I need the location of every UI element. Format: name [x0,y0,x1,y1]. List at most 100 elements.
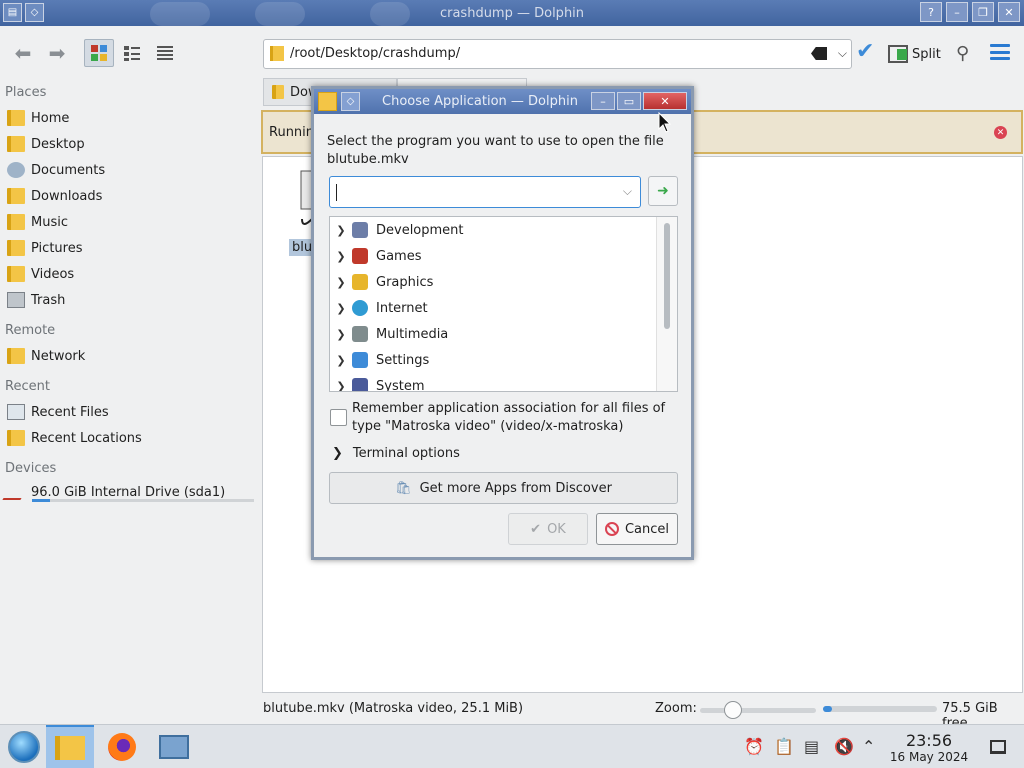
browse-button[interactable]: ➜ [648,176,678,206]
system-settings-icon [159,735,189,759]
sidebar-item-network[interactable]: Network [7,345,85,367]
scrollbar-thumb[interactable] [664,223,670,329]
category-label: System [376,378,425,392]
ok-label: OK [547,521,566,537]
help-button[interactable]: ? [920,2,942,22]
videos-icon [7,266,25,282]
recent-header: Recent [5,379,50,394]
category-games[interactable]: ❯ Games [330,243,656,269]
icons-view-button[interactable] [84,39,114,67]
category-system[interactable]: ❯ System [330,373,656,392]
application-input[interactable]: ⌵ [329,176,641,208]
compact-view-button[interactable] [117,39,147,67]
start-menu-icon [8,731,40,763]
minimize-button[interactable]: – [946,2,968,22]
sidebar-item-documents[interactable]: Documents [7,159,105,181]
get-more-apps-button[interactable]: 🛍 Get more Apps from Discover [329,472,678,504]
category-graphics[interactable]: ❯ Graphics [330,269,656,295]
category-internet[interactable]: ❯ Internet [330,295,656,321]
chevron-right-icon[interactable]: ❯ [330,224,352,237]
category-development[interactable]: ❯ Development [330,217,656,243]
dialog-maximize-button[interactable]: ▭ [617,92,641,110]
development-icon [352,222,368,238]
clear-text-icon[interactable] [811,47,827,60]
category-label: Settings [376,352,430,368]
dialog-titlebar[interactable]: ◇ Choose Application — Dolphin – ▭ ✕ [314,89,691,114]
category-multimedia[interactable]: ❯ Multimedia [330,321,656,347]
disk-icon[interactable]: ▤ [804,737,819,756]
chevron-right-icon[interactable]: ❯ [330,328,352,341]
sidebar-item-pictures[interactable]: Pictures [7,237,82,259]
sidebar-item-music[interactable]: Music [7,211,68,233]
ok-button[interactable]: ✔ OK [508,513,588,545]
sidebar-item-label: Home [31,110,70,126]
dialog-minimize-button[interactable]: – [591,92,615,110]
browse-arrow-icon: ➜ [657,183,669,199]
application-category-tree[interactable]: ❯ Development ❯ Games ❯ Graphics ❯ Internet … [329,216,678,392]
sidebar-item-recent-locations[interactable]: Recent Locations [7,427,142,449]
taskbar-firefox[interactable] [98,725,146,768]
sidebar-item-videos[interactable]: Videos [7,263,74,285]
discover-icon: 🛍 [395,480,412,496]
cancel-button[interactable]: Cancel [596,513,678,545]
chevron-right-icon[interactable]: ❯ [330,354,352,367]
mouse-cursor-icon [658,112,672,133]
close-message-icon[interactable]: ✕ [994,126,1007,139]
sidebar-item-label: Desktop [31,136,85,152]
notifications-icon[interactable]: ⏰ [744,737,764,756]
chevron-right-icon[interactable]: ❯ [330,250,352,263]
details-view-button[interactable] [150,39,180,67]
downloads-icon [7,188,25,204]
location-bar[interactable]: /root/Desktop/crashdump/ ⌵ [263,39,852,69]
sidebar-item-recent-files[interactable]: Recent Files [7,401,109,423]
zoom-slider-track[interactable] [700,708,816,713]
folder-icon [272,85,284,99]
category-label: Multimedia [376,326,449,342]
chevron-right-icon[interactable]: ❯ [330,276,352,289]
sidebar-item-trash[interactable]: Trash [7,289,65,311]
split-button[interactable]: Split [888,45,941,63]
show-desktop-icon[interactable] [990,740,1006,754]
chevron-down-icon[interactable]: ⌵ [838,46,847,61]
desktop-icon [7,136,25,152]
location-path[interactable]: /root/Desktop/crashdump/ [290,46,460,61]
application-launcher[interactable] [0,725,48,768]
tree-scrollbar[interactable] [656,217,677,391]
zoom-slider-handle[interactable] [724,701,742,719]
chevron-right-icon[interactable]: ❯ [330,380,352,392]
chevron-up-icon[interactable]: ⌃ [862,737,875,756]
sidebar-item-home[interactable]: Home [7,107,69,129]
chevron-down-icon[interactable]: ⌵ [623,184,632,199]
folder-icon[interactable] [318,92,337,111]
main-window-titlebar[interactable]: ▤ ◇ crashdump — Dolphin ? – ❐ ✕ [0,0,1024,26]
sidebar-item-desktop[interactable]: Desktop [7,133,85,155]
search-icon[interactable]: ⚲ [956,43,969,64]
icons-view-icon [91,45,107,61]
confirm-location-icon[interactable]: ✔ [856,39,874,64]
taskbar-system-settings[interactable] [150,725,198,768]
hamburger-menu-icon[interactable] [990,44,1010,60]
back-arrow-icon[interactable]: ⬅ [8,38,38,68]
sidebar-item-downloads[interactable]: Downloads [7,185,102,207]
games-icon [352,248,368,264]
terminal-options-toggle[interactable]: ❯ Terminal options [332,446,460,461]
category-settings[interactable]: ❯ Settings [330,347,656,373]
pin-icon[interactable]: ◇ [341,92,360,111]
remember-association-checkbox[interactable] [330,409,347,426]
remember-association-label[interactable]: Remember application association for all… [352,400,682,436]
clock[interactable]: 23:56 16 May 2024 [888,731,970,764]
maximize-button[interactable]: ❐ [972,2,994,22]
documents-icon [7,162,25,178]
forward-arrow-icon[interactable]: ➡ [42,38,72,68]
chevron-right-icon[interactable]: ❯ [330,302,352,315]
volume-muted-icon[interactable]: 🔇 [834,737,854,756]
taskbar-dolphin[interactable] [46,725,94,768]
file-manager-icon [55,736,85,760]
graphics-icon [352,274,368,290]
close-button[interactable]: ✕ [998,2,1020,22]
clipboard-icon[interactable]: 📋 [774,737,794,756]
dialog-close-button[interactable]: ✕ [643,92,687,110]
sidebar-item-label: Music [31,214,68,230]
places-header: Places [5,85,47,100]
status-text: blutube.mkv (Matroska video, 25.1 MiB) [263,701,524,716]
